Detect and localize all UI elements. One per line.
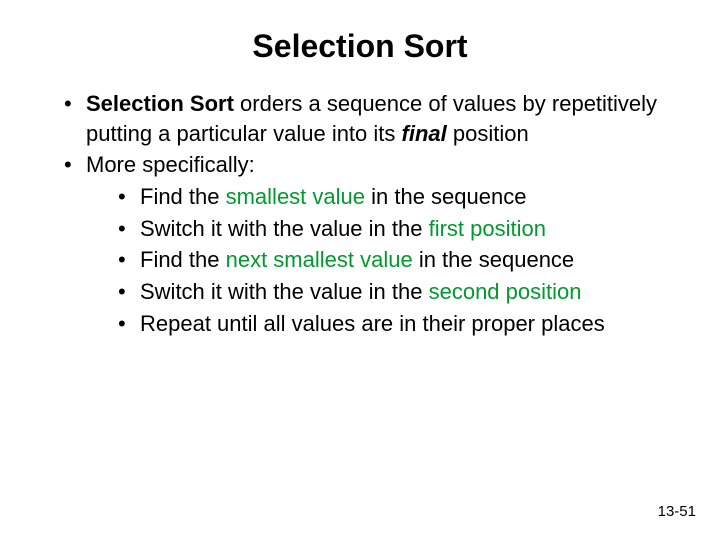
sub2-hl: first position — [429, 216, 546, 241]
sub-item-4: Switch it with the value in the second p… — [112, 277, 660, 307]
page-number: 13-51 — [658, 503, 696, 520]
sub4-hl: second position — [429, 279, 582, 304]
bullet-list: Selection Sort orders a sequence of valu… — [60, 89, 660, 339]
sub4-pre: Switch it with the value in the — [140, 279, 429, 304]
bullet-item-1: Selection Sort orders a sequence of valu… — [60, 89, 660, 148]
sub3-post: in the sequence — [413, 247, 574, 272]
sub3-pre: Find the — [140, 247, 226, 272]
sub1-pre: Find the — [140, 184, 226, 209]
slide-title: Selection Sort — [0, 0, 720, 81]
term-final: final — [402, 121, 447, 146]
sub-item-2: Switch it with the value in the first po… — [112, 214, 660, 244]
sub2-pre: Switch it with the value in the — [140, 216, 429, 241]
sub1-post: in the sequence — [365, 184, 526, 209]
bullet-item-2: More specifically: Find the smallest val… — [60, 150, 660, 338]
sub-bullet-list: Find the smallest value in the sequence … — [86, 182, 660, 338]
sub1-hl: smallest value — [226, 184, 365, 209]
sub3-hl: next smallest value — [226, 247, 413, 272]
bullet2-lead: More specifically: — [86, 152, 255, 177]
sub5-pre: Repeat until all values are in their pro… — [140, 311, 605, 336]
sub-item-5: Repeat until all values are in their pro… — [112, 309, 660, 339]
bullet1-text-b: position — [447, 121, 529, 146]
slide-body: Selection Sort orders a sequence of valu… — [0, 81, 720, 339]
sub-item-3: Find the next smallest value in the sequ… — [112, 245, 660, 275]
term-selection-sort: Selection Sort — [86, 91, 234, 116]
sub-item-1: Find the smallest value in the sequence — [112, 182, 660, 212]
slide: Selection Sort Selection Sort orders a s… — [0, 0, 720, 540]
